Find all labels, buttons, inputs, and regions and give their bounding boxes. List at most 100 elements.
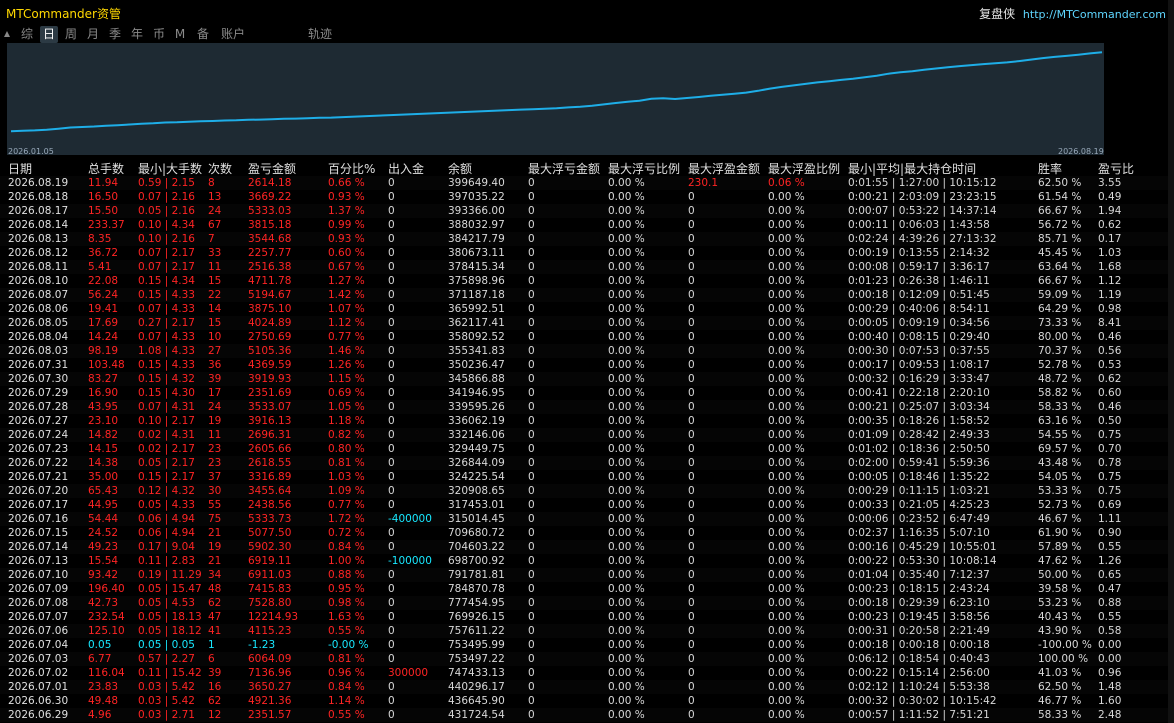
col-header-total-lots[interactable]: 总手数 [88,160,124,177]
table-row[interactable]: 2026.07.06 125.10 0.05 | 18.12 41 4115.23 0.5… [0,624,1174,638]
table-row[interactable]: 2026.07.14 49.23 0.17 | 9.04 19 5902.30 0.84 … [0,540,1174,554]
cell-max-float-loss: 0 [528,555,535,567]
col-header-trade-count[interactable]: 次数 [208,160,232,177]
table-row[interactable]: 2026.08.05 17.69 0.27 | 2.17 15 4024.89 1.12 … [0,316,1174,330]
cell-percent: 1.05 % [328,401,365,413]
cell-deposit-withdraw: 0 [388,681,395,693]
table-row[interactable]: 2026.08.11 5.41 0.07 | 2.17 11 2516.38 0.67 %… [0,260,1174,274]
tab-6[interactable]: 币 [151,26,167,43]
tab-0[interactable]: 综 [18,26,36,43]
table-row[interactable]: 2026.07.07 232.54 0.05 | 18.13 47 12214.93 1.… [0,610,1174,624]
table-row[interactable]: 2026.07.02 116.04 0.11 | 15.42 39 7136.96 0.9… [0,666,1174,680]
table-row[interactable]: 2026.07.09 196.40 0.05 | 15.47 48 7415.83 0.9… [0,582,1174,596]
cell-pnl-amount: 12214.93 [248,611,299,623]
cell-date: 2026.08.07 [8,289,69,301]
table-row[interactable]: 2026.08.14 233.37 0.10 | 4.34 67 3815.18 0.99… [0,218,1174,232]
cell-max-float-profit-pct: 0.00 % [768,359,805,371]
cell-max-float-profit-pct: 0.00 % [768,471,805,483]
cell-win-rate: 58.33 % [1038,401,1082,413]
table-row[interactable]: 2026.08.19 11.94 0.59 | 2.15 8 2614.18 0.66 %… [0,176,1174,190]
tab-4[interactable]: 季 [107,26,123,43]
table-row[interactable]: 2026.07.21 35.00 0.15 | 2.17 37 3316.89 1.03 … [0,470,1174,484]
table-row[interactable]: 2026.07.23 14.15 0.02 | 2.17 23 2605.66 0.80 … [0,442,1174,456]
tab-9[interactable]: 账户 [219,26,247,43]
cell-trade-count: 23 [208,457,222,469]
table-row[interactable]: 2026.07.20 65.43 0.12 | 4.32 30 3455.64 1.09 … [0,484,1174,498]
cell-balance: 336062.19 [448,415,505,427]
cell-pnl-amount: 7415.83 [248,583,292,595]
table-row[interactable]: 2026.08.07 56.24 0.15 | 4.33 22 5194.67 1.42 … [0,288,1174,302]
table-row[interactable]: 2026.07.31 103.48 0.15 | 4.33 36 4369.59 1.26… [0,358,1174,372]
cell-max-float-loss: 0 [528,401,535,413]
cell-trade-count: 15 [208,317,222,329]
col-header-min-max-lots[interactable]: 最小|大手数 [138,160,202,177]
col-header-max-float-loss-pct[interactable]: 最大浮亏比例 [608,160,680,177]
tab-3[interactable]: 月 [85,26,101,43]
table-row[interactable]: 2026.07.15 24.52 0.06 | 4.94 21 5077.50 0.72 … [0,526,1174,540]
table-row[interactable]: 2026.07.01 23.83 0.03 | 5.42 16 3650.27 0.84 … [0,680,1174,694]
cell-percent: 0.77 % [328,499,365,511]
col-header-win-rate[interactable]: 胜率 [1038,160,1062,177]
table-row[interactable]: 2026.07.16 54.44 0.06 | 4.94 75 5333.73 1.72 … [0,512,1174,526]
cell-max-float-loss: 0 [528,681,535,693]
col-header-pnl-amount[interactable]: 盈亏金额 [248,160,296,177]
table-row[interactable]: 2026.07.10 93.42 0.19 | 11.29 34 6911.03 0.88… [0,568,1174,582]
caret-up-icon[interactable] [4,31,10,37]
cell-hold-time: 0:00:41 | 0:22:18 | 2:20:10 [848,387,990,399]
table-row[interactable]: 2026.07.13 15.54 0.11 | 2.83 21 6919.11 1.00 … [0,554,1174,568]
col-header-max-float-loss[interactable]: 最大浮亏金额 [528,160,600,177]
table-row[interactable]: 2026.07.22 14.38 0.05 | 2.17 23 2618.55 0.81 … [0,456,1174,470]
col-header-balance[interactable]: 余额 [448,160,472,177]
table-row[interactable]: 2026.06.30 49.48 0.03 | 5.42 62 4921.36 1.14 … [0,694,1174,708]
cell-win-rate: 80.00 % [1038,331,1082,343]
table-row[interactable]: 2026.07.08 42.73 0.05 | 4.53 62 7528.80 0.98 … [0,596,1174,610]
cell-trade-count: 8 [208,177,215,189]
table-row[interactable]: 2026.07.29 16.90 0.15 | 4.30 17 2351.69 0.69 … [0,386,1174,400]
table-row[interactable]: 2026.08.18 16.50 0.07 | 2.16 13 3669.22 0.93 … [0,190,1174,204]
cell-total-lots: 42.73 [88,597,119,609]
cell-balance: 431724.54 [448,709,505,721]
table-row[interactable]: 2026.07.27 23.10 0.10 | 2.17 19 3916.13 1.18 … [0,414,1174,428]
vertical-scrollbar[interactable] [1168,0,1174,723]
cell-max-float-profit-pct: 0.00 % [768,639,805,651]
table-row[interactable]: 2026.07.17 44.95 0.05 | 4.33 55 2438.56 0.77 … [0,498,1174,512]
col-header-deposit-withdraw[interactable]: 出入金 [388,160,424,177]
table-row[interactable]: 2026.07.24 14.82 0.02 | 4.31 11 2696.31 0.82 … [0,428,1174,442]
cell-balance: 371187.18 [448,289,505,301]
tab-2[interactable]: 周 [63,26,79,43]
cell-profit-loss-ratio: 0.53 [1098,359,1122,371]
tab-8[interactable]: 备 [195,26,211,43]
table-row[interactable]: 2026.06.29 4.96 0.03 | 2.71 12 2351.57 0.55 %… [0,708,1174,722]
table-row[interactable]: 2026.08.06 19.41 0.07 | 4.33 14 3875.10 1.07 … [0,302,1174,316]
tab-7[interactable]: M [174,26,186,43]
table-row[interactable]: 2026.08.04 14.24 0.07 | 4.33 10 2750.69 0.77 … [0,330,1174,344]
cell-pnl-amount: 3316.89 [248,471,292,483]
table-row[interactable]: 2026.08.17 15.50 0.05 | 2.16 24 5333.03 1.37 … [0,204,1174,218]
cell-percent: 1.14 % [328,695,365,707]
table-row[interactable]: 2026.07.30 83.27 0.15 | 4.32 39 3919.93 1.15 … [0,372,1174,386]
cell-max-float-loss-pct: 0.00 % [608,527,645,539]
cell-max-float-profit: 0 [688,695,695,707]
cell-percent: 1.26 % [328,359,365,371]
col-header-date[interactable]: 日期 [8,160,32,177]
cell-hold-time: 0:00:23 | 0:19:45 | 3:58:56 [848,611,990,623]
table-row[interactable]: 2026.08.13 8.35 0.10 | 2.16 7 3544.68 0.93 % 0… [0,232,1174,246]
table-row[interactable]: 2026.08.12 36.72 0.07 | 2.17 33 2257.77 0.60 … [0,246,1174,260]
tab-5[interactable]: 年 [129,26,145,43]
brand-url-link[interactable]: http://MTCommander.com [1023,8,1166,21]
table-row[interactable]: 2026.07.28 43.95 0.07 | 4.31 24 3533.07 1.05 … [0,400,1174,414]
cell-min-max-lots: 0.02 | 2.17 [138,443,195,455]
cell-min-max-lots: 0.03 | 2.71 [138,709,195,721]
col-header-percent[interactable]: 百分比% [328,160,375,177]
col-header-max-float-profit-pct[interactable]: 最大浮盈比例 [768,160,840,177]
table-row[interactable]: 2026.08.03 98.19 1.08 | 4.33 27 5105.36 1.46 … [0,344,1174,358]
col-header-max-float-profit[interactable]: 最大浮盈金额 [688,160,760,177]
tab-10[interactable]: 轨迹 [306,26,334,43]
col-header-profit-loss-ratio[interactable]: 盈亏比 [1098,160,1134,177]
table-row[interactable]: 2026.07.03 6.77 0.57 | 2.27 6 6064.09 0.81 % 0… [0,652,1174,666]
tab-1[interactable]: 日 [40,26,58,43]
table-row[interactable]: 2026.08.10 22.08 0.15 | 4.34 15 4711.78 1.27 … [0,274,1174,288]
cell-max-float-loss: 0 [528,527,535,539]
col-header-hold-time[interactable]: 最小|平均|最大持仓时间 [848,160,976,177]
table-row[interactable]: 2026.07.04 0.05 0.05 | 0.05 1 -1.23 -0.00 % 0 7… [0,638,1174,652]
